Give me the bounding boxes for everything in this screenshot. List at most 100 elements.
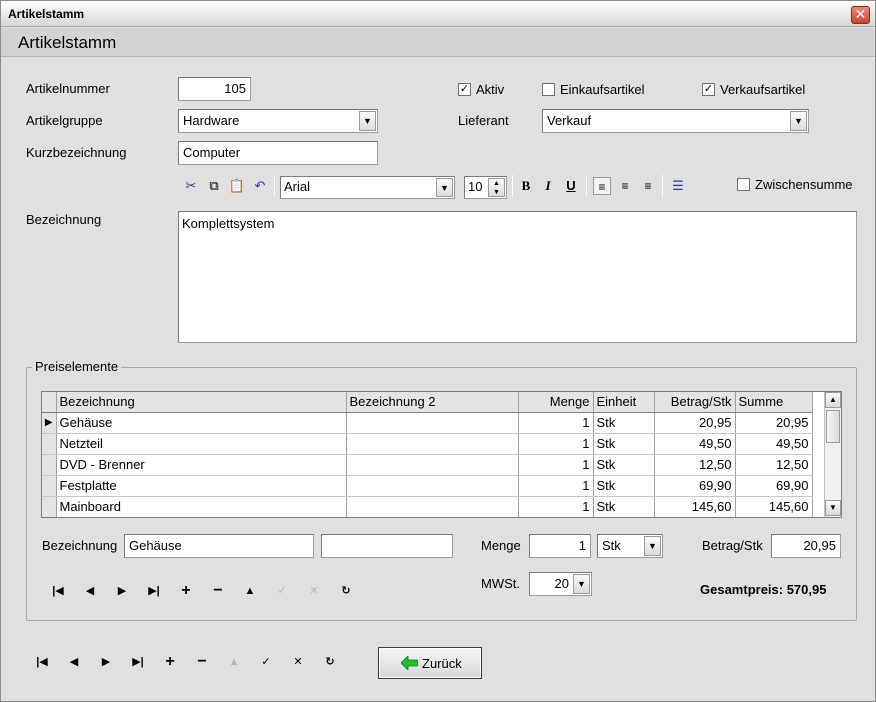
font-size-stepper[interactable]: 10 ▲ ▼ <box>464 176 507 199</box>
paste-icon[interactable]: 📋 <box>228 177 246 195</box>
grid-next-icon[interactable]: ▶ <box>112 581 132 601</box>
cell-bezeichnung[interactable]: Mainboard <box>56 496 347 517</box>
lieferant-select[interactable]: Verkauf ▼ <box>542 109 809 133</box>
scroll-thumb[interactable] <box>826 410 840 443</box>
align-center-icon[interactable]: ≡ <box>616 177 634 195</box>
artikelgruppe-select[interactable]: Hardware ▼ <box>178 109 378 133</box>
cell-bezeichnung2[interactable] <box>346 412 519 434</box>
nav-first-icon[interactable]: |◀ <box>32 652 52 672</box>
nav-delete-icon[interactable]: − <box>192 652 212 672</box>
bold-icon[interactable]: B <box>517 177 535 195</box>
font-select[interactable]: Arial ▼ <box>280 176 455 199</box>
table-row[interactable]: ▶ Gehäuse 1 Stk 20,95 20,95 <box>42 412 813 434</box>
cell-einheit[interactable]: Stk <box>593 475 655 497</box>
einkaufsartikel-checkbox[interactable] <box>542 83 555 96</box>
column-header[interactable]: Betrag/Stk <box>654 392 736 413</box>
mwst-select[interactable]: 20 ▼ <box>529 572 592 596</box>
cell-summe[interactable]: 69,90 <box>735 475 813 497</box>
verkaufsartikel-checkbox[interactable]: ✓ <box>702 83 715 96</box>
nav-edit-icon[interactable]: ▲ <box>224 652 244 672</box>
zurueck-button[interactable]: Zurück <box>378 647 482 679</box>
detail-bezeichnung-input[interactable]: Gehäuse <box>124 534 314 558</box>
preiselemente-grid[interactable]: Bezeichnung Bezeichnung 2 Menge Einheit … <box>41 391 842 518</box>
undo-icon[interactable]: ↶ <box>251 177 269 195</box>
chevron-down-icon[interactable]: ▼ <box>436 178 453 197</box>
cell-bezeichnung2[interactable] <box>346 454 519 476</box>
underline-icon[interactable]: U <box>562 177 580 195</box>
cell-menge[interactable]: 1 <box>518 454 594 476</box>
cell-einheit[interactable]: Stk <box>593 412 655 434</box>
scroll-up-icon[interactable]: ▲ <box>825 392 841 408</box>
cell-menge[interactable]: 1 <box>518 496 594 517</box>
cell-summe[interactable]: 49,50 <box>735 433 813 455</box>
detail-einheit-select[interactable]: Stk ▼ <box>597 534 663 558</box>
cell-summe[interactable]: 145,60 <box>735 496 813 517</box>
align-right-icon[interactable]: ≡ <box>639 177 657 195</box>
grid-cancel-icon[interactable]: ✕ <box>304 581 324 601</box>
cut-icon[interactable]: ✂ <box>182 177 200 195</box>
chevron-down-icon[interactable]: ▼ <box>573 574 590 594</box>
cell-bezeichnung2[interactable] <box>346 433 519 455</box>
bezeichnung-textarea[interactable]: Komplettsystem <box>178 211 857 343</box>
cell-betrag[interactable]: 49,50 <box>654 433 736 455</box>
nav-cancel-icon[interactable]: ✕ <box>288 652 308 672</box>
nav-prior-icon[interactable]: ◀ <box>64 652 84 672</box>
align-left-icon[interactable]: ≡ <box>593 177 611 195</box>
zwischensumme-checkbox[interactable] <box>737 178 750 191</box>
cell-einheit[interactable]: Stk <box>593 496 655 517</box>
cell-bezeichnung[interactable]: Festplatte <box>56 475 347 497</box>
table-row[interactable]: DVD - Brenner 1 Stk 12,50 12,50 <box>42 454 813 476</box>
scroll-down-icon[interactable]: ▼ <box>825 500 841 516</box>
column-header[interactable]: Bezeichnung 2 <box>346 392 519 413</box>
cell-bezeichnung2[interactable] <box>346 496 519 517</box>
table-row[interactable]: Festplatte 1 Stk 69,90 69,90 <box>42 475 813 497</box>
cell-summe[interactable]: 20,95 <box>735 412 813 434</box>
cell-betrag[interactable]: 145,60 <box>654 496 736 517</box>
grid-insert-icon[interactable]: + <box>176 581 196 601</box>
cell-bezeichnung2[interactable] <box>346 475 519 497</box>
nav-last-icon[interactable]: ▶| <box>128 652 148 672</box>
detail-betrag-input[interactable]: 20,95 <box>771 534 841 558</box>
grid-first-icon[interactable]: |◀ <box>48 581 68 601</box>
nav-insert-icon[interactable]: + <box>160 652 180 672</box>
detail-menge-input[interactable]: 1 <box>529 534 591 558</box>
cell-bezeichnung[interactable]: Netzteil <box>56 433 347 455</box>
cell-bezeichnung[interactable]: Gehäuse <box>56 412 347 434</box>
copy-icon[interactable]: ⧉ <box>205 177 223 195</box>
cell-einheit[interactable]: Stk <box>593 433 655 455</box>
grid-prior-icon[interactable]: ◀ <box>80 581 100 601</box>
table-row[interactable]: Netzteil 1 Stk 49,50 49,50 <box>42 433 813 455</box>
column-header[interactable]: Bezeichnung <box>56 392 347 413</box>
cell-betrag[interactable]: 12,50 <box>654 454 736 476</box>
cell-einheit[interactable]: Stk <box>593 454 655 476</box>
nav-post-icon[interactable]: ✓ <box>256 652 276 672</box>
cell-betrag[interactable]: 20,95 <box>654 412 736 434</box>
grid-post-icon[interactable]: ✓ <box>272 581 292 601</box>
table-row[interactable]: Mainboard 1 Stk 145,60 145,60 <box>42 496 813 517</box>
cell-betrag[interactable]: 69,90 <box>654 475 736 497</box>
bullet-list-icon[interactable]: ☰ <box>669 177 687 195</box>
grid-edit-icon[interactable]: ▲ <box>240 581 260 601</box>
italic-icon[interactable]: I <box>539 177 557 195</box>
artikelnummer-input[interactable]: 105 <box>178 77 251 101</box>
column-header[interactable]: Einheit <box>593 392 655 413</box>
cell-menge[interactable]: 1 <box>518 412 594 434</box>
cell-summe[interactable]: 12,50 <box>735 454 813 476</box>
grid-refresh-icon[interactable]: ↻ <box>336 581 356 601</box>
cell-bezeichnung[interactable]: DVD - Brenner <box>56 454 347 476</box>
chevron-down-icon[interactable]: ▼ <box>359 111 376 131</box>
grid-delete-icon[interactable]: − <box>208 581 228 601</box>
column-header[interactable]: Summe <box>735 392 813 413</box>
nav-refresh-icon[interactable]: ↻ <box>320 652 340 672</box>
cell-menge[interactable]: 1 <box>518 475 594 497</box>
grid-scrollbar[interactable]: ▲ ▼ <box>824 392 841 517</box>
nav-next-icon[interactable]: ▶ <box>96 652 116 672</box>
chevron-down-icon[interactable]: ▼ <box>790 111 807 131</box>
aktiv-checkbox[interactable]: ✓ <box>458 83 471 96</box>
kurzbezeichnung-input[interactable]: Computer <box>178 141 378 165</box>
stepper-arrows-icon[interactable]: ▲ ▼ <box>488 178 505 197</box>
cell-menge[interactable]: 1 <box>518 433 594 455</box>
grid-last-icon[interactable]: ▶| <box>144 581 164 601</box>
chevron-down-icon[interactable]: ▼ <box>644 536 661 556</box>
detail-bezeichnung2-input[interactable] <box>321 534 453 558</box>
